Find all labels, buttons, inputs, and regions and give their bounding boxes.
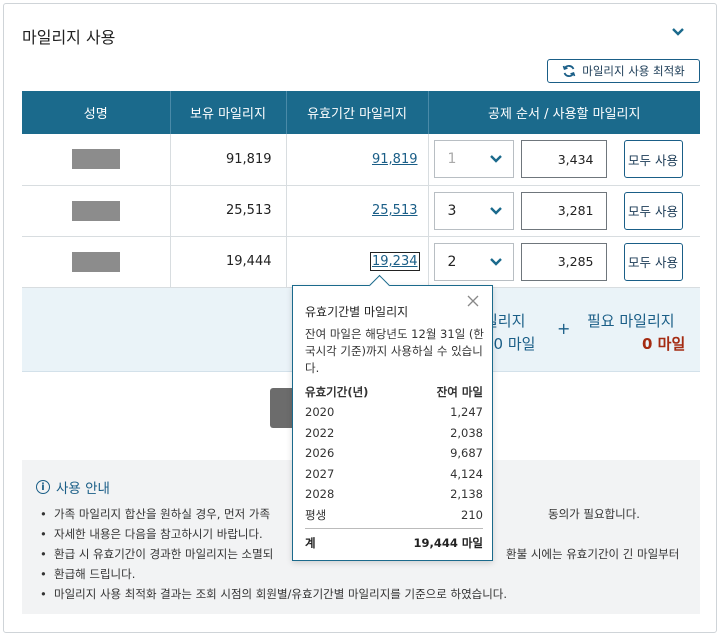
guide-item-tail: 환불 시에는 유효기간이 긴 마일부터 [506, 547, 680, 561]
table-row: 2026 9,687 [305, 443, 483, 464]
popover-table: 유효기간(년) 잔여 마일 2020 1,247 2022 2,038 2026 9,… [305, 382, 483, 525]
table-row: 19,444 19,234 2 3,285 모두 사용 [22, 236, 700, 288]
chevron-down-icon [489, 206, 502, 215]
optimize-button-label: 마일리지 사용 최적화 [582, 64, 685, 78]
column-header-order: 공제 순서 / 사용할 마일리지 [428, 91, 700, 134]
year-cell: 2020 [305, 405, 335, 420]
required-mileage-label: 필요 마일리지 [587, 312, 675, 330]
optimize-button[interactable]: 마일리지 사용 최적화 [547, 59, 700, 83]
guide-title: i 사용 안내 [36, 477, 110, 497]
held-mileage: 19,444 [170, 236, 287, 288]
year-cell: 2028 [305, 487, 335, 502]
total-label: 계 [305, 536, 316, 550]
chevron-down-icon [489, 257, 502, 266]
year-cell: 2027 [305, 466, 335, 481]
table-row: 2027 4,124 [305, 464, 483, 485]
validity-popover: 유효기간별 마일리지 잔여 마일은 해당년도 12월 31일 (한국시각 기준)… [292, 285, 493, 561]
info-icon: i [36, 480, 50, 494]
order-value: 2 [447, 253, 457, 270]
column-header-held: 보유 마일리지 [170, 91, 287, 134]
chevron-down-icon [489, 155, 502, 163]
miles-cell: 2,138 [450, 487, 483, 502]
miles-cell: 4,124 [450, 466, 483, 481]
held-mileage: 91,819 [170, 134, 287, 186]
list-item: 마일리지 사용 최적화 결과는 조회 시점의 회원별/유효기간별 마일리지를 기… [40, 584, 688, 604]
close-icon[interactable] [465, 293, 481, 309]
table-row: 평생 210 [305, 505, 483, 526]
chevron-down-icon[interactable] [666, 20, 690, 44]
order-select[interactable]: 2 [433, 242, 514, 281]
plus-sign: + [557, 319, 571, 338]
order-select[interactable]: 1 [433, 140, 514, 179]
total-value: 19,444 마일 [413, 536, 483, 550]
held-mileage: 25,513 [170, 185, 287, 237]
year-cell: 2022 [305, 425, 335, 440]
refresh-icon [562, 65, 576, 77]
order-value: 1 [447, 151, 457, 168]
column-header-name: 성명 [22, 91, 171, 134]
valid-mileage-link[interactable]: 19,234 [370, 252, 420, 271]
miles-cell: 1,247 [450, 405, 483, 420]
order-value: 3 [447, 202, 457, 219]
masked-name [71, 149, 120, 170]
popover-col-year: 유효기간(년) [305, 385, 369, 399]
mileage-panel: 마일리지 사용 마일리지 사용 최적화 성명 보유 마일리지 유효기간 마일리지… [3, 3, 717, 633]
popover-total: 계 19,444 마일 [305, 528, 483, 551]
page-title: 마일리지 사용 [22, 28, 116, 47]
mileage-table: 성명 보유 마일리지 유효기간 마일리지 공제 순서 / 사용할 마일리지 91… [22, 91, 700, 288]
miles-cell: 9,687 [450, 446, 483, 461]
use-all-button[interactable]: 모두 사용 [623, 191, 683, 230]
masked-name [71, 200, 120, 221]
popover-title: 유효기간별 마일리지 [305, 305, 409, 319]
popover-col-remaining: 잔여 마일 [436, 385, 483, 399]
guide-title-text: 사용 안내 [56, 481, 110, 497]
use-mileage-input[interactable]: 3,285 [520, 242, 607, 281]
valid-mileage-link[interactable]: 25,513 [372, 203, 418, 218]
masked-name [71, 251, 120, 272]
use-all-button[interactable]: 모두 사용 [623, 140, 683, 179]
miles-cell: 2,038 [450, 425, 483, 440]
use-mileage-input[interactable]: 3,281 [520, 191, 607, 230]
table-row: 2020 1,247 [305, 402, 483, 423]
valid-mileage-link[interactable]: 91,819 [372, 152, 418, 167]
popover-description: 잔여 마일은 해당년도 12월 31일 (한국시각 기준)까지 사용하실 수 있… [305, 327, 484, 375]
use-all-button[interactable]: 모두 사용 [623, 242, 683, 281]
column-header-valid: 유효기간 마일리지 [286, 91, 429, 134]
guide-item-tail: 동의가 필요합니다. [548, 507, 640, 521]
year-cell: 평생 [305, 507, 327, 522]
year-cell: 2026 [305, 446, 335, 461]
order-select[interactable]: 3 [433, 191, 514, 230]
table-row: 91,819 91,819 1 3,434 모두 사용 [22, 134, 700, 186]
list-item: 환급해 드립니다. [40, 564, 688, 584]
table-row: 25,513 25,513 3 3,281 모두 사용 [22, 185, 700, 237]
table-row: 2028 2,138 [305, 484, 483, 505]
use-mileage-input[interactable]: 3,434 [520, 140, 607, 179]
table-row: 2022 2,038 [305, 423, 483, 444]
miles-cell: 210 [461, 507, 483, 522]
required-mileage-value: 0 마일 [642, 335, 686, 353]
